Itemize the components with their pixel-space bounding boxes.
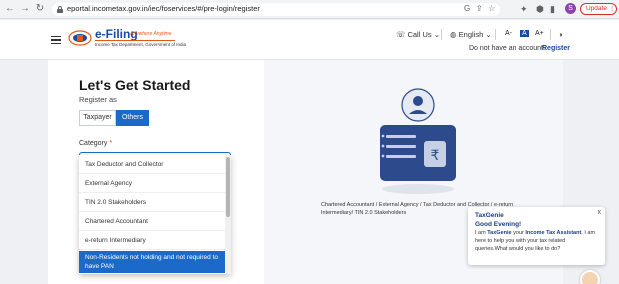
category-dropdown: Tax Deductor and Collector External Agen… <box>79 155 231 274</box>
font-increase-button[interactable]: A+ <box>535 30 544 37</box>
chat-text-bold: TaxGenie <box>487 230 512 236</box>
chat-text: I am <box>475 230 488 236</box>
sidepanel-icon[interactable]: ▮ <box>550 3 555 15</box>
logo-tagline: Anywhere Anytime <box>130 31 172 37</box>
required-mark: * <box>109 140 113 147</box>
chat-message: I am TaxGenie your Income Tax Assistant.… <box>475 229 598 253</box>
browser-toolbar: ← → ↻ eportal.incometax.gov.in/iec/foser… <box>0 0 619 19</box>
dropdown-option-highlighted[interactable]: Non-Residents not holding and not requir… <box>79 251 225 273</box>
font-normal-button[interactable]: A <box>520 30 529 37</box>
divider <box>495 29 496 40</box>
star-icon[interactable]: ☆ <box>488 4 495 13</box>
category-label-text: Category <box>79 140 108 147</box>
update-label: Update <box>586 5 607 12</box>
others-toggle[interactable]: Others <box>116 110 149 126</box>
register-as-label: Register as <box>79 95 117 104</box>
font-decrease-button[interactable]: A- <box>505 30 512 37</box>
back-arrow-icon[interactable]: ← <box>4 3 16 15</box>
taxgenie-chat-popup[interactable]: x TaxGenie Good Evening! I am TaxGenie y… <box>468 207 605 265</box>
extension-icon[interactable]: ✦ <box>520 3 528 15</box>
language-select[interactable]: ◍ English ⌄ <box>450 30 492 39</box>
scrollbar-thumb[interactable] <box>226 157 230 217</box>
divider <box>550 29 551 40</box>
call-us-label: Call Us <box>407 30 432 39</box>
share-icon[interactable]: ⇪ <box>476 4 483 13</box>
chatbot-avatar[interactable] <box>580 270 600 284</box>
url-text: eportal.incometax.gov.in/iec/foservices/… <box>67 4 260 13</box>
rupee-symbol: ₹ <box>431 148 440 164</box>
emblem-logo-icon <box>68 30 92 46</box>
language-label: English <box>458 30 484 39</box>
google-icon[interactable]: G <box>464 4 470 13</box>
id-card-illustration-icon: ₹ <box>380 88 456 194</box>
dropdown-option[interactable]: External Agency <box>79 174 225 193</box>
dropdown-option[interactable]: TIN 2.0 Stakeholders <box>79 193 225 212</box>
reload-icon[interactable]: ↻ <box>34 3 46 15</box>
puzzle-icon[interactable]: ⬢ <box>536 3 544 15</box>
category-label: Category * <box>79 140 112 147</box>
close-icon[interactable]: x <box>598 209 602 216</box>
lock-icon <box>57 6 63 13</box>
chat-bot-name: TaxGenie <box>475 212 504 219</box>
no-account-text: Do not have an account? <box>469 45 547 52</box>
update-button[interactable]: Update ⋮ <box>580 3 617 15</box>
dropdown-option[interactable]: Chartered Accountant <box>79 212 225 231</box>
chat-text-bold: Income Tax Assistant <box>525 230 582 236</box>
address-bar[interactable]: eportal.incometax.gov.in/iec/foservices/… <box>52 3 500 16</box>
logo-subtitle: Income Tax Department, Government of Ind… <box>95 42 186 47</box>
divider <box>441 29 442 40</box>
taxpayer-toggle[interactable]: Taxpayer <box>79 110 116 126</box>
chat-text: your <box>511 230 526 236</box>
dropdown-scrollbar[interactable] <box>225 155 231 274</box>
contrast-icon[interactable]: ◑ <box>558 30 563 39</box>
dropdown-option[interactable]: e-return Intermediary <box>79 231 225 250</box>
chat-greeting: Good Evening! <box>475 221 522 228</box>
register-link[interactable]: Register <box>542 45 570 52</box>
page-title: Let's Get Started <box>79 77 191 93</box>
profile-avatar[interactable]: S <box>565 3 576 14</box>
dropdown-option[interactable]: Tax Deductor and Collector <box>79 155 225 174</box>
site-header: e-Filing Anywhere Anytime Income Tax Dep… <box>0 20 619 60</box>
menu-icon[interactable] <box>51 36 61 44</box>
logo-underline <box>95 40 175 41</box>
call-us-button[interactable]: ☏ Call Us ⌄ <box>396 30 440 39</box>
forward-arrow-icon[interactable]: → <box>19 3 31 15</box>
